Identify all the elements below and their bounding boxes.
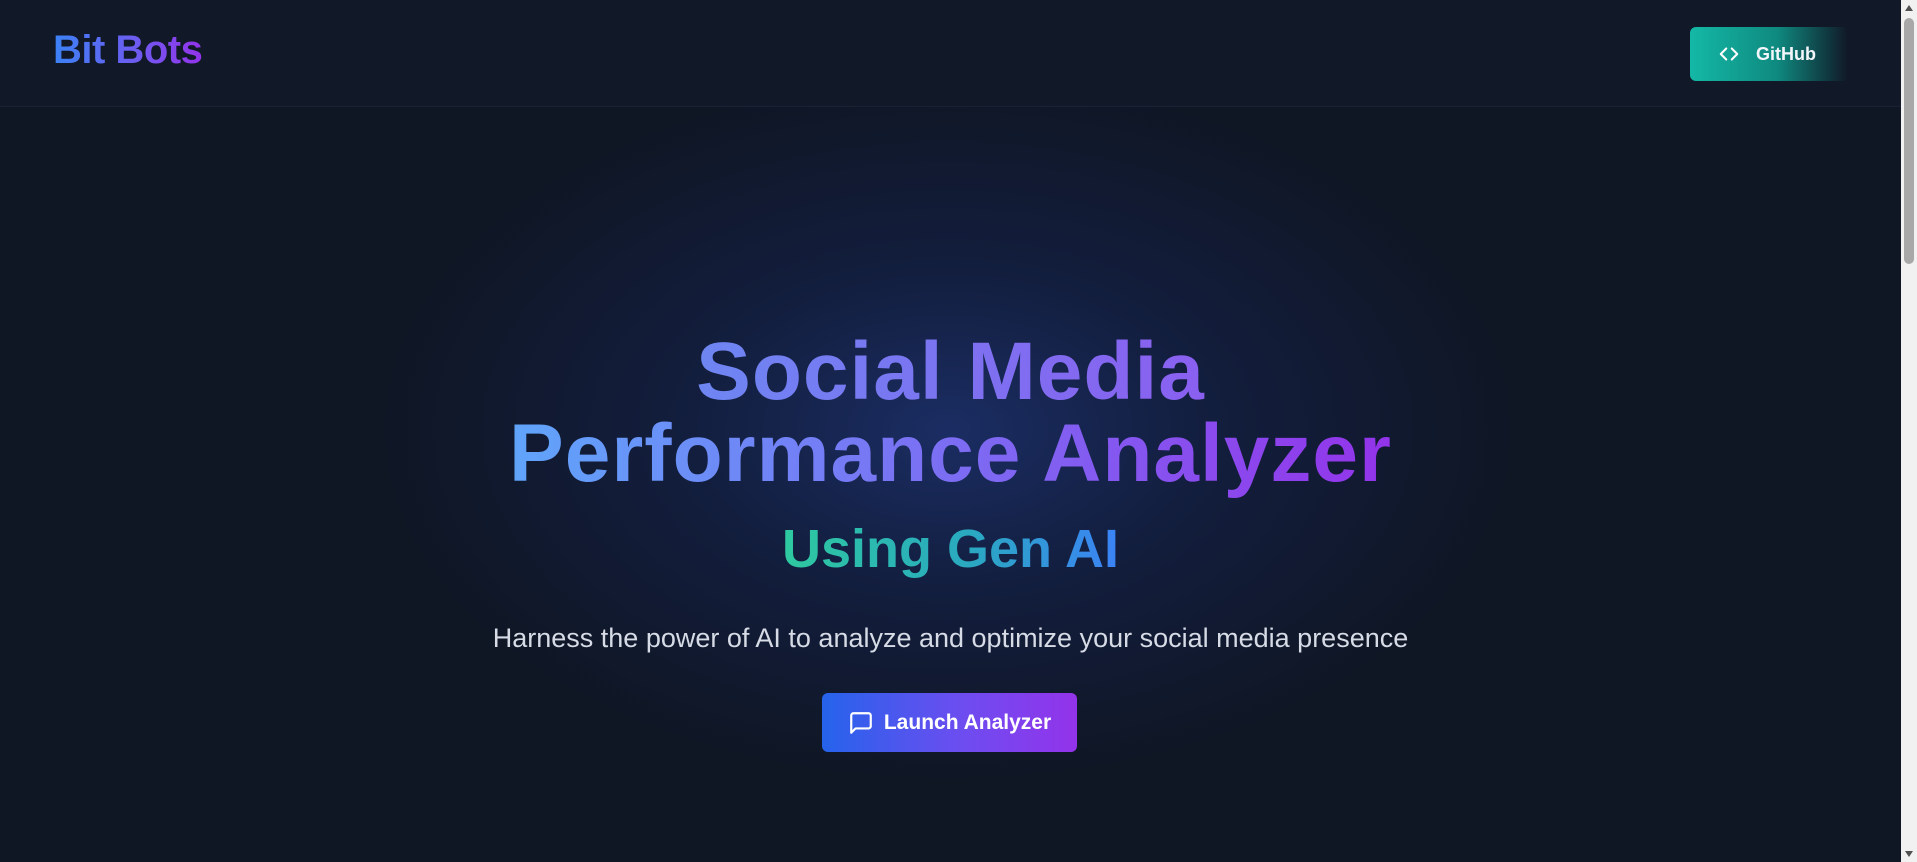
top-navbar: Bit Bots GitHub (0, 0, 1901, 107)
scroll-down-arrow-icon[interactable] (1901, 846, 1917, 862)
hero-tagline: Harness the power of AI to analyze and o… (492, 623, 1409, 653)
message-square-icon (848, 710, 874, 736)
scroll-up-arrow-icon[interactable] (1901, 0, 1917, 16)
hero-title: Social Media Performance Analyzer (0, 331, 1901, 495)
hero-title-line-1: Social Media (696, 326, 1205, 417)
launch-analyzer-label: Launch Analyzer (883, 710, 1052, 734)
hero-section: Social Media Performance Analyzer Using … (0, 107, 1901, 862)
vertical-scrollbar[interactable] (1901, 0, 1917, 862)
scrollbar-thumb[interactable] (1904, 18, 1914, 264)
github-button-label: GitHub (1756, 43, 1816, 64)
hero-subtitle-text: Using Gen AI (781, 519, 1120, 579)
page-viewport: Bit Bots GitHub Social Media Performance… (0, 0, 1917, 862)
launch-analyzer-button[interactable]: Launch Analyzer (822, 693, 1077, 752)
brand-logo[interactable]: Bit Bots (53, 28, 203, 72)
hero-title-line-2: Performance Analyzer (509, 408, 1392, 499)
github-button[interactable]: GitHub (1690, 27, 1848, 81)
hero-subtitle: Using Gen AI (0, 519, 1901, 579)
code-brackets-icon (1718, 43, 1740, 65)
